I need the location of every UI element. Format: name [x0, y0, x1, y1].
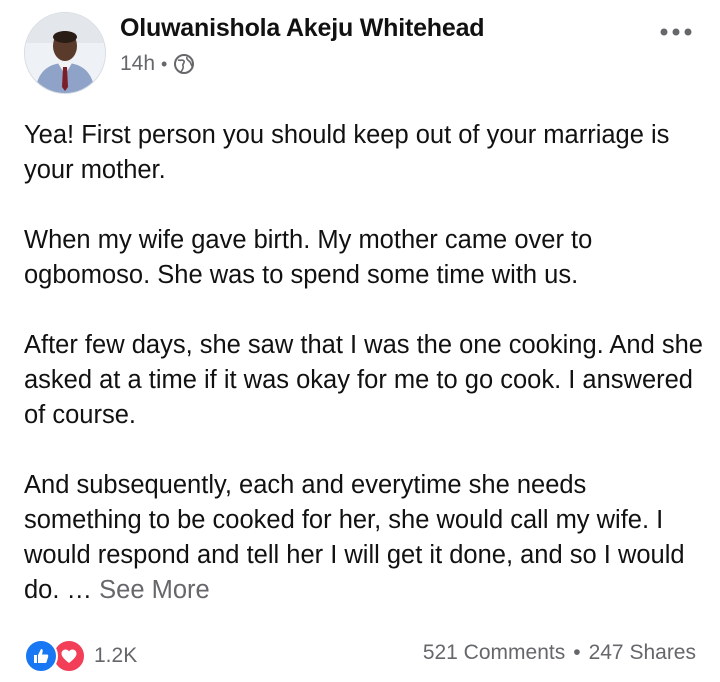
post-stats: 521 Comments • 247 Shares [423, 641, 696, 665]
globe-icon[interactable] [173, 53, 195, 75]
see-more-link[interactable]: See More [99, 576, 210, 604]
post-paragraph: When my wife gave birth. My mother came … [24, 226, 593, 289]
post-footer: 1.2K 521 Comments • 247 Shares [24, 636, 696, 673]
post-time[interactable]: 14h [120, 52, 155, 76]
meta-separator: • [161, 53, 168, 74]
post-header: Oluwanishola Akeju Whitehead 14h • [24, 12, 704, 94]
stats-separator: • [573, 641, 581, 664]
post-body: Yea! First person you should keep out of… [24, 118, 704, 643]
post-paragraph: Yea! First person you should keep out of… [24, 121, 670, 184]
like-icon [24, 639, 58, 673]
ellipsis: … [59, 576, 100, 604]
comments-count[interactable]: 521 Comments [423, 641, 565, 665]
reaction-count: 1.2K [94, 644, 138, 667]
avatar[interactable] [24, 12, 106, 94]
more-options-button[interactable] [656, 20, 696, 44]
profile-photo [25, 13, 105, 93]
author-name[interactable]: Oluwanishola Akeju Whitehead [120, 14, 485, 43]
reactions-summary[interactable]: 1.2K [24, 639, 137, 673]
ellipsis-icon [660, 28, 692, 36]
post-paragraph-last: And subsequently, each and everytime she… [24, 468, 704, 608]
post-paragraph: After few days, she saw that I was the o… [24, 331, 703, 429]
post-meta: 14h • [120, 52, 195, 76]
shares-count[interactable]: 247 Shares [589, 641, 696, 665]
